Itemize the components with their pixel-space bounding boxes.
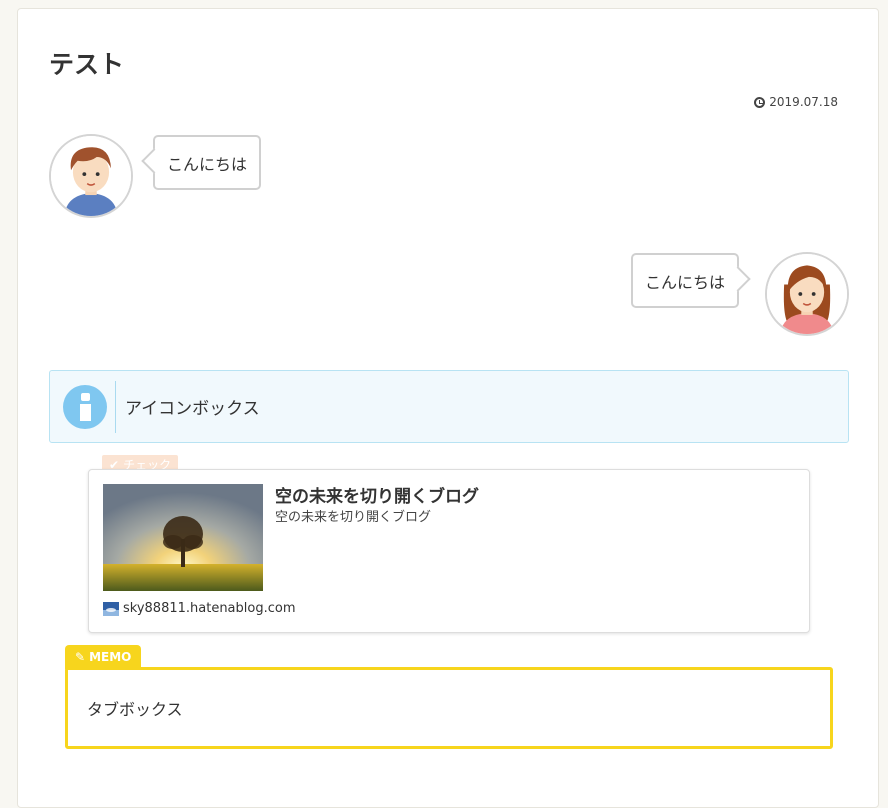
- speech-bubble-right: こんにちは: [631, 253, 740, 308]
- boy-avatar: [49, 134, 133, 218]
- icon-divider: [115, 380, 116, 433]
- info-icon: [63, 384, 107, 429]
- blog-thumbnail[interactable]: [103, 484, 263, 591]
- tab-box: タブボックス: [65, 667, 833, 749]
- speech-bubble-text: こんにちは: [167, 154, 248, 174]
- blog-card-title[interactable]: 空の未来を切り開くブログ: [275, 482, 479, 507]
- speech-bubble-text: こんにちは: [645, 272, 726, 292]
- post-title: テスト: [49, 50, 125, 79]
- blog-card-domain[interactable]: sky88811.hatenablog.com: [103, 601, 296, 616]
- clock-icon: [754, 96, 766, 108]
- info-icon-box: アイコンボックス: [49, 370, 849, 443]
- tab-box-label: ✎ MEMO: [65, 645, 142, 669]
- tab-box-label-text: MEMO: [89, 650, 132, 664]
- post-date-text: 2019.07.18: [769, 95, 838, 109]
- girl-avatar: [765, 252, 849, 336]
- blog-card-description: 空の未来を切り開くブログ: [275, 510, 432, 525]
- tab-box-text: タブボックス: [87, 700, 183, 719]
- article-card: テスト 2019.07.18 こんにちは こんにちは アイコンボックス ✔ チェ…: [17, 8, 879, 808]
- pencil-icon: ✎: [75, 650, 86, 664]
- blog-card[interactable]: 空の未来を切り開くブログ 空の未来を切り開くブログ sky88811.haten…: [88, 469, 810, 633]
- site-favicon-icon: [103, 601, 119, 616]
- domain-text: sky88811.hatenablog.com: [123, 601, 296, 616]
- speech-bubble-left: こんにちは: [153, 135, 262, 190]
- icon-box-text: アイコンボックス: [125, 399, 260, 419]
- post-date: 2019.07.18: [754, 95, 838, 109]
